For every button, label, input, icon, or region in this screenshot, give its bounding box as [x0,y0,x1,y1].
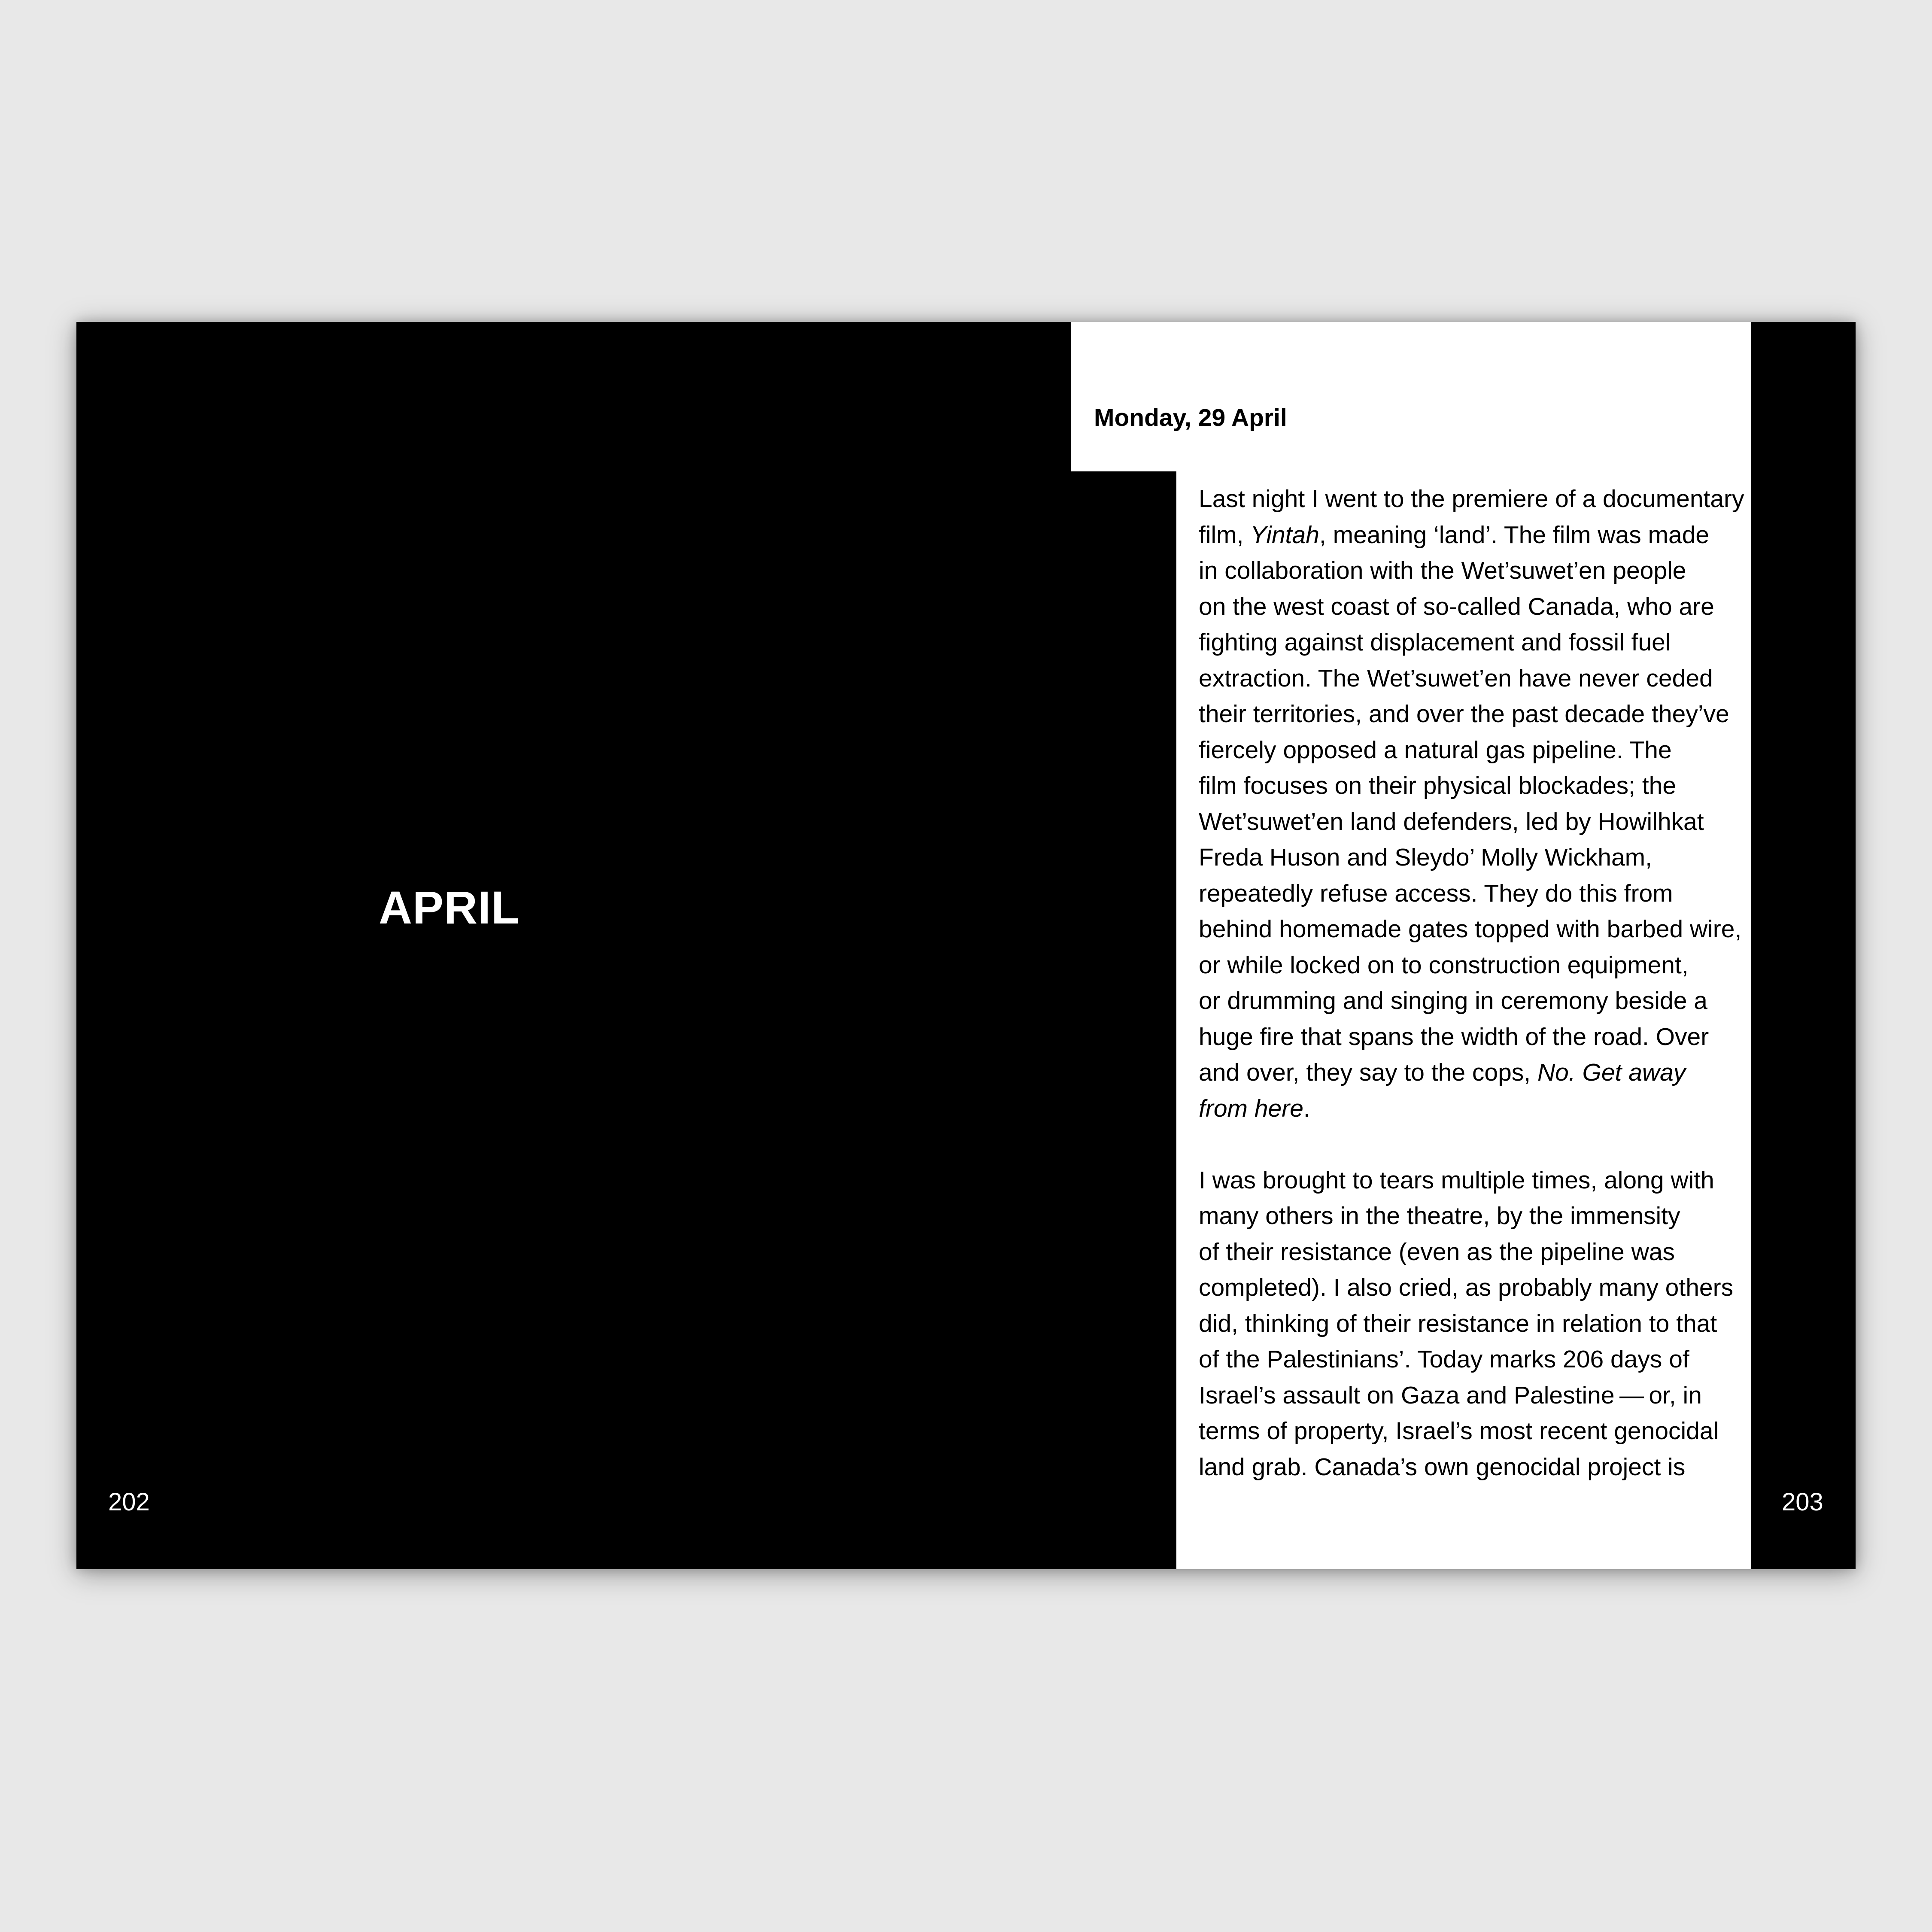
text-line: fighting against displacement and fossil… [1199,625,1753,661]
page-number-right: 203 [1782,1488,1823,1516]
text-segment: of their resistance (even as the pipelin… [1199,1238,1675,1266]
text-line: land grab. Canada’s own genocidal projec… [1199,1449,1753,1485]
text-segment: I was brought to tears multiple times, a… [1199,1166,1714,1194]
text-line: of their resistance (even as the pipelin… [1199,1234,1753,1270]
text-line: in collaboration with the Wet’suwet’en p… [1199,553,1753,589]
text-segment: on the west coast of so-called Canada, w… [1199,592,1714,620]
text-segment: land grab. Canada’s own genocidal projec… [1199,1453,1686,1481]
text-line: or drumming and singing in ceremony besi… [1199,983,1753,1019]
text-segment: their territories, and over the past dec… [1199,700,1729,728]
text-segment: terms of property, Israel’s most recent … [1199,1417,1719,1445]
text-segment: and over, they say to the cops, [1199,1059,1537,1086]
text-line: film focuses on their physical blockades… [1199,768,1753,804]
paragraph-2: I was brought to tears multiple times, a… [1199,1163,1753,1485]
text-segment: huge fire that spans the width of the ro… [1199,1023,1709,1051]
page-number-left: 202 [108,1488,150,1516]
text-segment: many others in the theatre, by the immen… [1199,1202,1680,1230]
text-line: their territories, and over the past dec… [1199,696,1753,732]
text-line: Wet’suwet’en land defenders, led by Howi… [1199,804,1753,840]
text-line: film, Yintah, meaning ‘land’. The film w… [1199,517,1753,553]
text-line: Israel’s assault on Gaza and Palestine —… [1199,1378,1753,1414]
text-segment: Freda Huson and Sleydo’ Molly Wickham, [1199,844,1652,871]
paragraph-1: Last night I went to the premiere of a d… [1199,481,1753,1127]
text-segment: fiercely opposed a natural gas pipeline.… [1199,736,1672,764]
text-line: behind homemade gates topped with barbed… [1199,911,1753,948]
text-line: and over, they say to the cops, No. Get … [1199,1055,1753,1091]
text-line: I was brought to tears multiple times, a… [1199,1163,1753,1199]
text-segment: Wet’suwet’en land defenders, led by Howi… [1199,808,1704,835]
text-segment: of the Palestinians’. Today marks 206 da… [1199,1346,1689,1373]
text-line: on the west coast of so-called Canada, w… [1199,589,1753,625]
text-segment: , meaning ‘land’. The film was made [1319,521,1710,549]
text-line: huge fire that spans the width of the ro… [1199,1019,1753,1055]
text-line: did, thinking of their resistance in rel… [1199,1306,1753,1342]
text-segment: completed). I also cried, as probably ma… [1199,1274,1734,1301]
date-header-panel [1071,322,1751,471]
text-segment: in collaboration with the Wet’suwet’en p… [1199,557,1686,584]
text-segment: film focuses on their physical blockades… [1199,772,1677,799]
text-segment: repeatedly refuse access. They do this f… [1199,879,1673,907]
text-segment: Last night I went to the premiere of a d… [1199,485,1744,513]
text-segment: or while locked on to construction equip… [1199,951,1689,979]
text-line: Freda Huson and Sleydo’ Molly Wickham, [1199,840,1753,876]
text-line: many others in the theatre, by the immen… [1199,1198,1753,1234]
text-segment: . [1303,1094,1310,1122]
text-segment: film, [1199,521,1251,549]
text-segment: or drumming and singing in ceremony besi… [1199,987,1707,1015]
italic-text: from here [1199,1094,1303,1122]
text-line: fiercely opposed a natural gas pipeline.… [1199,732,1753,769]
italic-text: No. Get away [1537,1059,1686,1086]
text-segment: Israel’s assault on Gaza and Palestine —… [1199,1381,1702,1409]
text-line: extraction. The Wet’suwet’en have never … [1199,661,1753,697]
italic-text: Yintah [1250,521,1319,549]
diary-entry-body: Last night I went to the premiere of a d… [1199,481,1753,1485]
text-line: repeatedly refuse access. They do this f… [1199,876,1753,912]
text-segment: behind homemade gates topped with barbed… [1199,915,1742,943]
text-line: terms of property, Israel’s most recent … [1199,1413,1753,1449]
text-line: of the Palestinians’. Today marks 206 da… [1199,1342,1753,1378]
text-segment: fighting against displacement and fossil… [1199,629,1671,656]
chapter-title: APRIL [379,881,520,933]
entry-date: Monday, 29 April [1094,404,1287,431]
text-line: or while locked on to construction equip… [1199,948,1753,984]
text-line: from here. [1199,1091,1753,1127]
text-segment: did, thinking of their resistance in rel… [1199,1309,1717,1337]
text-line: Last night I went to the premiere of a d… [1199,481,1753,517]
text-line: completed). I also cried, as probably ma… [1199,1270,1753,1306]
text-segment: extraction. The Wet’suwet’en have never … [1199,664,1713,692]
